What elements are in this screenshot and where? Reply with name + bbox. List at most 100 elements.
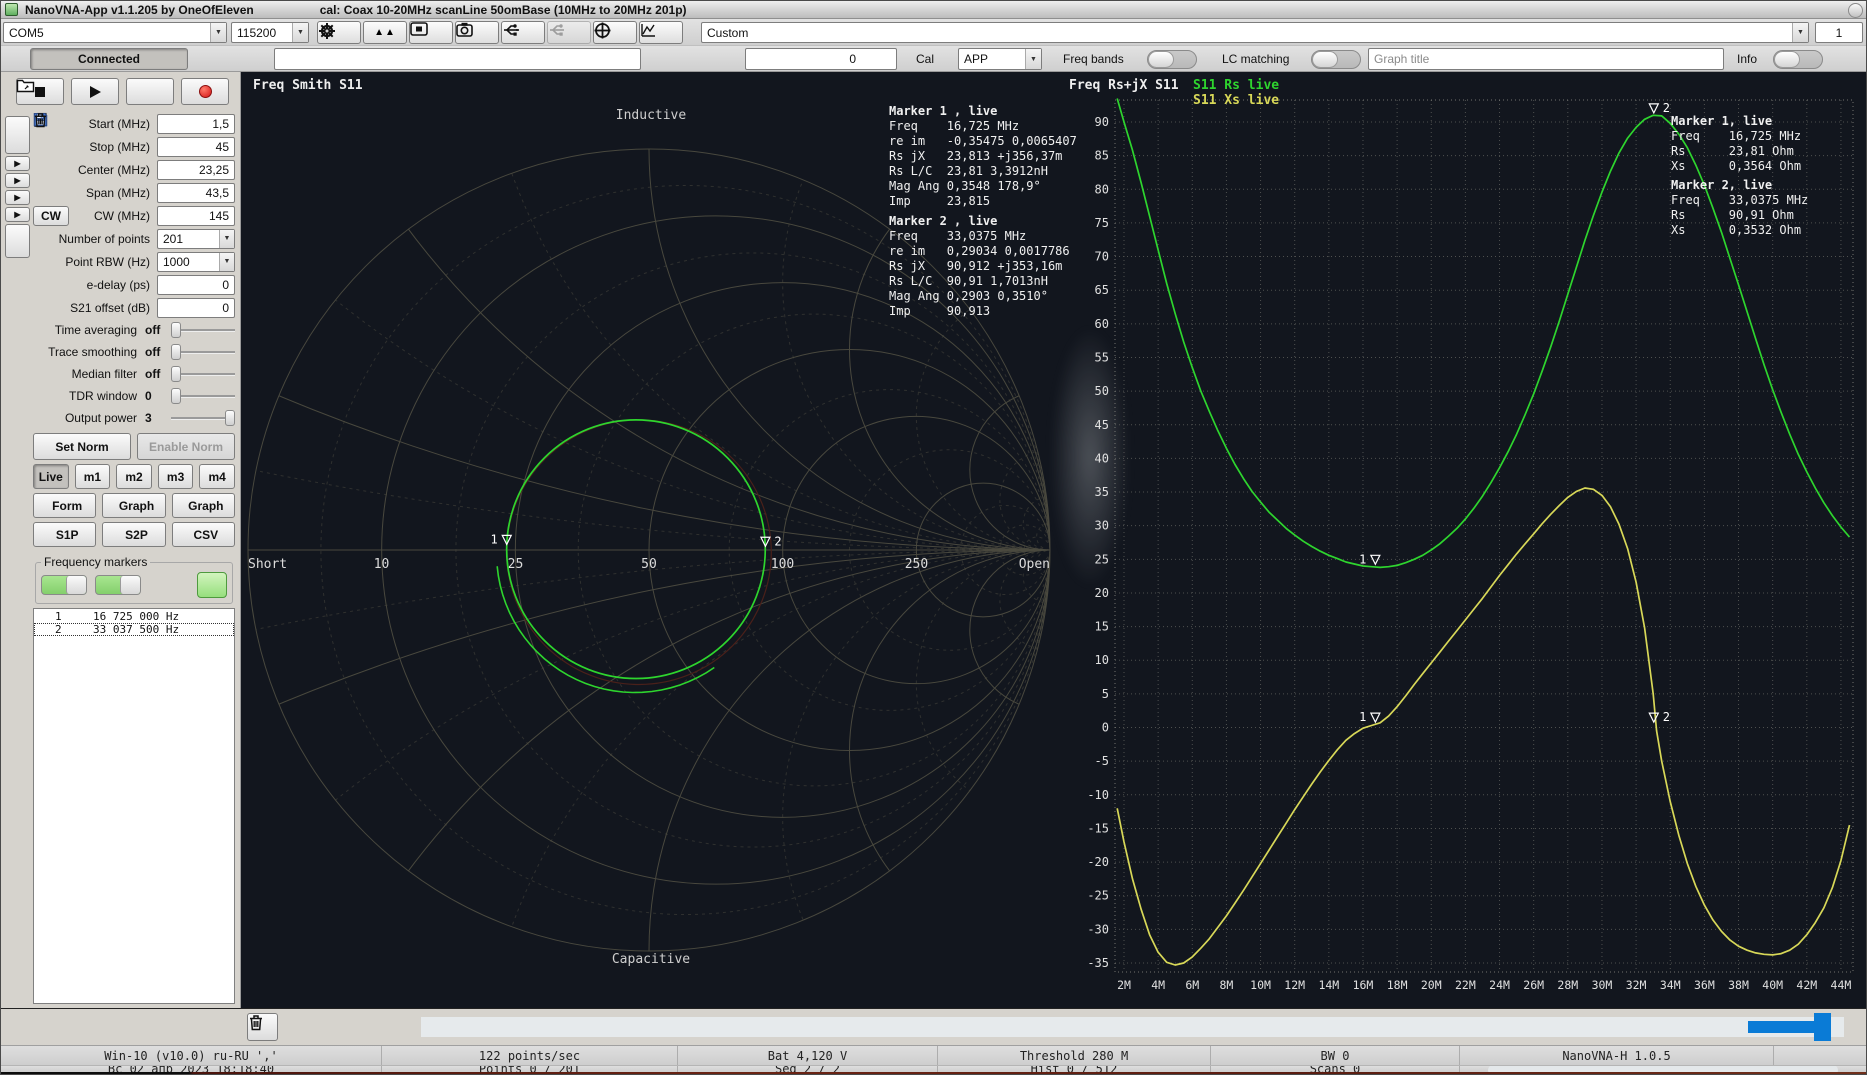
screen-count-field[interactable]: 1 bbox=[1815, 22, 1863, 43]
slider-control[interactable] bbox=[171, 365, 235, 383]
save-button-csv[interactable]: CSV bbox=[33, 112, 235, 547]
record-icon bbox=[198, 85, 212, 98]
svg-text:Short: Short bbox=[248, 557, 287, 572]
memory-button-m3[interactable]: m3 bbox=[157, 464, 194, 489]
calibration-target-icon bbox=[594, 22, 611, 39]
start-sweep-button[interactable] bbox=[71, 78, 119, 105]
memory-button-m2[interactable]: m2 bbox=[116, 464, 152, 489]
memory-button-live[interactable]: Live bbox=[33, 464, 69, 489]
marker-block-line: Xs 0,3564 Ohm bbox=[1671, 159, 1802, 173]
field-input[interactable]: 0 bbox=[157, 297, 235, 318]
tdr-mode-button[interactable] bbox=[639, 21, 683, 44]
clear-history-button[interactable] bbox=[247, 1013, 278, 1041]
window-control-button[interactable] bbox=[1848, 3, 1863, 18]
usb-connect-icon bbox=[504, 24, 519, 36]
svg-text:80: 80 bbox=[1095, 182, 1109, 196]
memory-button-m4[interactable]: m4 bbox=[199, 464, 235, 489]
svg-text:12M: 12M bbox=[1284, 978, 1305, 992]
norm-button-set-norm[interactable]: Set Norm bbox=[33, 433, 131, 460]
right-arrow-icon: ▶ bbox=[14, 159, 21, 168]
field-row: CW CW (MHz) 145 bbox=[33, 204, 235, 227]
cal-mode-select[interactable]: APP ▼ bbox=[958, 48, 1042, 70]
marker-block-line: Rs jX 90,912 +j353,16m bbox=[889, 259, 1063, 273]
svg-text:Open: Open bbox=[1019, 557, 1050, 572]
cal-value-field[interactable]: 0 bbox=[745, 48, 897, 70]
profile-select[interactable]: Custom ▼ bbox=[701, 22, 1809, 43]
field-input[interactable]: 0 bbox=[157, 274, 235, 295]
save-button-s2p[interactable]: S2P bbox=[33, 112, 166, 547]
connected-button[interactable]: Connected bbox=[30, 48, 188, 70]
scrollbar-thumb[interactable] bbox=[1748, 1021, 1816, 1033]
field-value: 23,25 bbox=[198, 162, 229, 177]
preset-blank-button[interactable] bbox=[5, 224, 30, 258]
save-button-graph[interactable]: Graph bbox=[34, 112, 235, 518]
chevron-down-icon: ▼ bbox=[210, 23, 226, 42]
smith-markers[interactable]: 12 bbox=[491, 532, 782, 548]
field-row: Start (MHz) 1,5 bbox=[33, 112, 235, 135]
slider-thumb[interactable] bbox=[171, 322, 181, 338]
svg-text:40: 40 bbox=[1095, 451, 1109, 465]
lc-matching-toggle[interactable] bbox=[1311, 50, 1361, 69]
baud-rate-select[interactable]: 115200 ▼ bbox=[231, 22, 309, 43]
slider-control[interactable] bbox=[171, 387, 235, 405]
command-input[interactable] bbox=[274, 48, 641, 70]
com-port-select[interactable]: COM5 ▼ bbox=[3, 22, 227, 43]
field-row: Point RBW (Hz) 1000 ▼ bbox=[33, 250, 235, 273]
folder-icon bbox=[16, 79, 35, 93]
field-combo[interactable]: 201 ▼ bbox=[157, 228, 235, 249]
field-input[interactable]: 1,5 bbox=[157, 113, 235, 134]
marker-2-toggle[interactable] bbox=[95, 575, 141, 595]
field-combo[interactable]: 1000 ▼ bbox=[157, 251, 235, 272]
preset-arrow-button[interactable]: ▶ bbox=[5, 156, 30, 171]
slider-thumb[interactable] bbox=[225, 410, 235, 426]
raise-priority-button[interactable]: ▲▲ bbox=[363, 21, 407, 44]
settings-button[interactable] bbox=[317, 21, 361, 44]
slider-control[interactable] bbox=[171, 409, 235, 427]
delete-markers-button[interactable] bbox=[34, 113, 227, 598]
save-button-graph[interactable]: Graph bbox=[33, 112, 166, 518]
preset-blank-button[interactable] bbox=[5, 116, 30, 154]
slider-thumb[interactable] bbox=[171, 344, 181, 360]
load-file-button[interactable] bbox=[16, 78, 174, 105]
field-input[interactable]: 43,5 bbox=[157, 182, 235, 203]
slider-control[interactable] bbox=[171, 321, 235, 339]
x-axis-labels: 2M 4M 6M 8M 10M 12M 14M 16M 18M 20M 22M 24M 26M 28M 30… bbox=[1117, 978, 1851, 992]
marker-block-line: re im 0,29034 0,0017786 bbox=[889, 244, 1070, 258]
cw-button[interactable]: CW bbox=[33, 205, 69, 226]
memory-button-m1[interactable]: m1 bbox=[74, 464, 111, 489]
graph-markers[interactable]: 1 1 2 2 bbox=[1359, 101, 1670, 724]
scrollbar-handle[interactable] bbox=[1814, 1013, 1831, 1041]
slider-control[interactable] bbox=[171, 343, 235, 361]
field-input[interactable]: 45 bbox=[157, 136, 235, 157]
trash-icon bbox=[34, 113, 47, 128]
info-toggle[interactable] bbox=[1773, 50, 1823, 69]
usb-connect-button[interactable] bbox=[501, 21, 545, 44]
calibration-button[interactable] bbox=[593, 21, 637, 44]
marker-list-item[interactable]: 1 16 725 000 Hz bbox=[34, 610, 234, 623]
preset-arrow-button[interactable]: ▶ bbox=[5, 207, 30, 222]
save-button-form[interactable]: Form bbox=[33, 112, 97, 518]
history-scrollbar[interactable] bbox=[421, 1013, 1844, 1041]
svg-text:18M: 18M bbox=[1387, 978, 1408, 992]
slider-thumb[interactable] bbox=[171, 366, 181, 382]
chevron-down-icon: ▼ bbox=[1025, 49, 1041, 69]
slider-label: Trace smoothing bbox=[48, 345, 137, 359]
preset-arrow-button[interactable]: ▶ bbox=[5, 173, 30, 188]
marker-list-item[interactable]: 2 33 037 500 Hz bbox=[34, 623, 234, 636]
save-button-s1p[interactable]: S1P bbox=[33, 112, 97, 547]
marker-1-toggle[interactable] bbox=[41, 575, 87, 595]
right-arrow-icon: ▶ bbox=[14, 210, 21, 219]
screenshot-button[interactable] bbox=[455, 21, 499, 44]
slider-thumb[interactable] bbox=[171, 388, 181, 404]
field-input[interactable]: 145 bbox=[157, 205, 235, 226]
freq-bands-toggle[interactable] bbox=[1147, 50, 1197, 69]
record-button[interactable] bbox=[181, 78, 229, 105]
frequency-marker-list[interactable]: 1 16 725 000 Hz 2 33 037 500 Hz bbox=[33, 608, 235, 1004]
screen-capture-button[interactable] bbox=[409, 21, 453, 44]
field-input[interactable]: 23,25 bbox=[157, 159, 235, 180]
marker-frequency: 16 725 000 Hz bbox=[93, 610, 180, 623]
preset-arrow-button[interactable]: ▶ bbox=[5, 190, 30, 205]
y-axis-labels: 908580757065605550454035302520151050-5-1… bbox=[1087, 115, 1109, 970]
graph-title-input[interactable]: Graph title bbox=[1368, 48, 1724, 70]
info-label: Info bbox=[1737, 52, 1758, 66]
